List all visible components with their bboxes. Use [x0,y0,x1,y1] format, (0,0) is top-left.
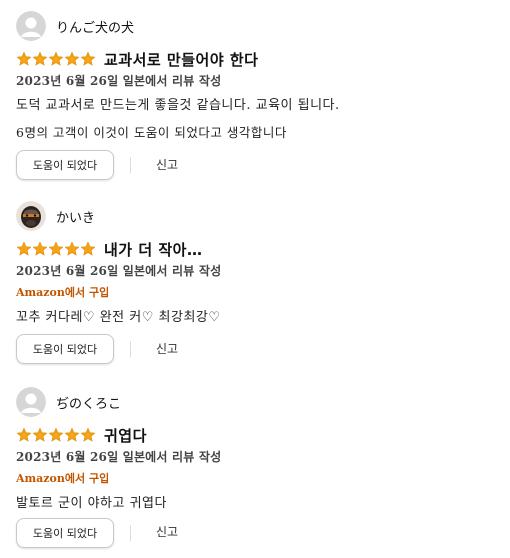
avatar [16,201,46,231]
review-title[interactable]: 귀엽다 [104,425,147,446]
review-title-row: 귀엽다 [16,424,147,446]
review-title-row: 내가 더 작아… [16,238,202,260]
avatar [16,11,46,41]
helpful-button[interactable]: 도움이 되었다 [16,518,114,548]
avatar [16,387,46,417]
star-icon [64,241,80,256]
star-icon [16,51,32,66]
report-link[interactable]: 신고 [156,156,178,173]
dog-photo-avatar [16,201,46,231]
star-rating[interactable] [16,241,96,257]
star-icon [80,427,96,442]
helpful-count-text: 6명의 고객이 이것이 도움이 되었다고 생각합니다 [16,125,287,140]
report-link[interactable]: 신고 [156,340,178,357]
review-body: 도덕 교과서로 만드는게 좋을것 같습니다. 교육이 됩니다. [16,98,340,113]
verified-purchase-badge: Amazon에서 구입 [16,472,110,485]
star-icon [48,51,64,66]
helpful-button[interactable]: 도움이 되었다 [16,150,114,180]
review-body: 꼬추 커다레♡ 완전 커♡ 최강최강♡ [16,310,221,325]
reviewer-name: かいき [56,210,96,226]
report-link[interactable]: 신고 [156,523,178,540]
review-date: 2023년 6월 26일 일본에서 리뷰 작성 [16,74,222,88]
reviewer-name: ぢのくろこ [56,396,122,412]
star-icon [64,427,80,442]
review-body: 발토르 군이 야하고 귀엽다 [16,496,167,511]
star-icon [64,51,80,66]
helpful-button[interactable]: 도움이 되었다 [16,334,114,364]
star-icon [32,427,48,442]
review-title-row: 교과서로 만들어야 한다 [16,48,258,70]
star-icon [80,241,96,256]
reviewer-profile[interactable]: ぢのくろこ [16,386,121,418]
star-rating[interactable] [16,427,96,443]
review-title[interactable]: 내가 더 작아… [104,239,202,260]
review-date: 2023년 6월 26일 일본에서 리뷰 작성 [16,450,222,464]
reviewer-profile[interactable]: かいき [16,200,95,232]
reviewer-name: りんご犬の犬 [56,20,135,36]
star-icon [16,427,32,442]
star-icon [80,51,96,66]
star-icon [32,241,48,256]
star-icon [48,427,64,442]
star-icon [48,241,64,256]
person-silhouette-icon [16,387,46,417]
star-icon [32,51,48,66]
verified-purchase-badge: Amazon에서 구입 [16,286,110,299]
reviewer-profile[interactable]: りんご犬の犬 [16,10,134,42]
review-date: 2023년 6월 26일 일본에서 리뷰 작성 [16,264,222,278]
star-icon [16,241,32,256]
divider [130,341,131,357]
person-silhouette-icon [16,11,46,41]
divider [130,525,131,541]
star-rating[interactable] [16,51,96,67]
review-title[interactable]: 교과서로 만들어야 한다 [104,49,258,70]
divider [130,157,131,173]
